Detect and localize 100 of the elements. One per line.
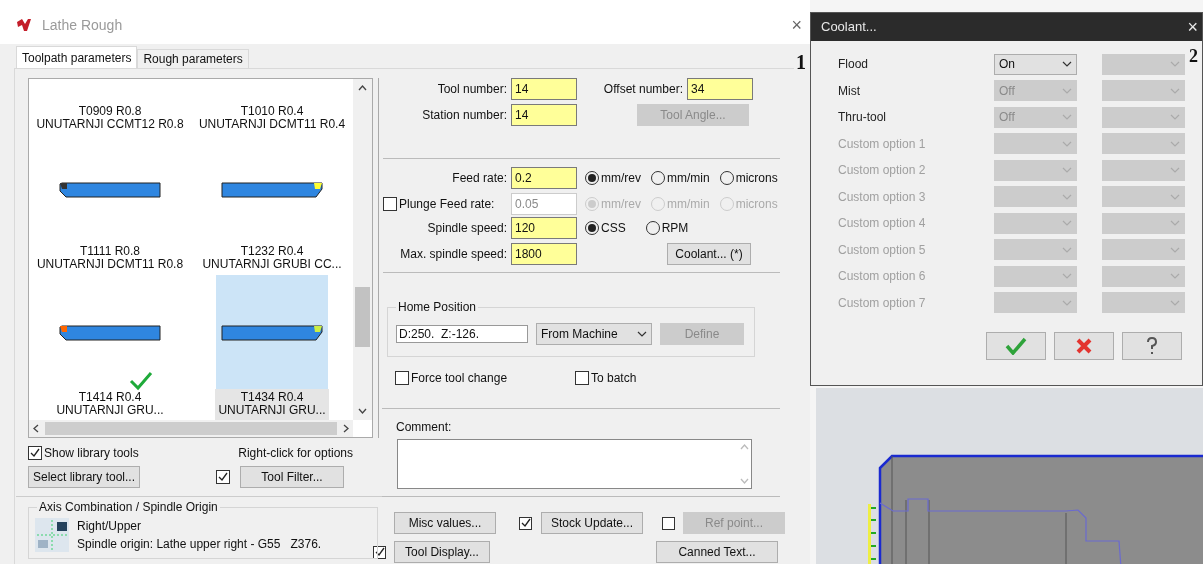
field-label: Feed rate: [451, 170, 508, 187]
input-field[interactable]: 1800 [511, 243, 577, 265]
help-button[interactable] [1122, 332, 1182, 360]
field-label: Offset number: [602, 81, 684, 98]
coolant-dropdown[interactable] [1102, 212, 1185, 234]
checkbox[interactable] [575, 371, 589, 385]
tool-item[interactable]: T1010 R0.4 UNUTARNJI DCMT11 R0.4 [191, 79, 353, 135]
coolant-dropdown[interactable] [1102, 186, 1185, 208]
coolant-option-label: Custom option 2 [838, 162, 927, 180]
chevron-down-icon [1170, 220, 1180, 227]
input-field[interactable]: 14 [511, 78, 577, 100]
chevron-down-icon[interactable] [358, 408, 367, 414]
radio-label: microns [735, 196, 778, 213]
checkbox-label: Force tool change [411, 370, 509, 387]
coolant-option-label: Custom option 7 [838, 294, 927, 312]
select-library-tool-button[interactable]: Select library tool... [28, 466, 140, 488]
chevron-down-icon [1170, 246, 1180, 253]
chevron-left-icon[interactable] [33, 424, 39, 433]
input-field[interactable]: 14 [511, 104, 577, 126]
field-label: Max. spindle speed: [399, 246, 508, 263]
chevron-down-icon [1062, 61, 1072, 68]
input-field[interactable]: 0.05 [511, 193, 577, 215]
coolant-option-label: Flood [838, 56, 870, 74]
chevron-down-icon [1170, 273, 1180, 280]
input-field[interactable]: 120 [511, 217, 577, 239]
tab[interactable]: Rough parameters [137, 49, 249, 68]
coolant-dropdown[interactable] [1102, 53, 1185, 75]
chevron-down-icon [1170, 87, 1180, 94]
tool-label: T1010 R0.4 UNUTARNJI DCMT11 R0.4 [197, 103, 347, 133]
ok-button[interactable] [986, 332, 1046, 360]
radio-label: CSS [601, 220, 626, 237]
input-field[interactable]: 34 [687, 78, 753, 100]
coolant-dropdown[interactable] [1102, 80, 1185, 102]
chevron-down-icon [1170, 167, 1180, 174]
coolant-dropdown[interactable] [1102, 265, 1185, 287]
misc-values-button[interactable]: Misc values... [394, 512, 496, 534]
spindle-origin-text: Spindle origin: Lathe upper right - G55 Z376. [77, 536, 322, 553]
coolant-option-label: Custom option 5 [838, 241, 927, 259]
coolant-button[interactable]: Coolant... (*) [667, 243, 751, 265]
chevron-down-icon [1062, 246, 1072, 253]
coolant-dropdown[interactable] [1102, 239, 1185, 261]
coolant-option-label: Mist [838, 82, 861, 100]
chevron-down-icon [1170, 193, 1180, 200]
input-field[interactable]: D:250. Z:-126. [396, 325, 528, 343]
chevron-down-icon [1062, 167, 1072, 174]
checkbox[interactable] [395, 371, 409, 385]
coolant-dropdown[interactable]: On [994, 53, 1077, 75]
chevron-right-icon[interactable] [343, 424, 349, 433]
checkbox-label: To batch [591, 370, 637, 387]
checkbox[interactable] [383, 197, 397, 211]
tool-label: T1434 R0.4 UNUTARNJI GRU... [215, 389, 329, 420]
vertical-scrollbar[interactable] [353, 79, 372, 420]
tool-display-button[interactable]: Tool Display... [394, 541, 490, 563]
chevron-down-icon [637, 331, 647, 337]
tool-filter-button[interactable]: Tool Filter... [240, 466, 344, 488]
radio-label: mm/min [667, 196, 710, 213]
checkbox[interactable] [28, 446, 42, 460]
close-button[interactable]: × [1187, 18, 1198, 36]
input-field[interactable]: 0.2 [511, 167, 577, 189]
coolant-dropdown[interactable] [1102, 292, 1185, 314]
field-label: Station number: [421, 107, 508, 124]
coolant-option-label: Thru-tool [838, 109, 888, 127]
horizontal-scrollbar[interactable] [29, 420, 353, 437]
question-mark-icon [1144, 336, 1160, 356]
tool-label: T1232 R0.4 UNUTARNJI GRUBI CC... [201, 243, 343, 273]
chevron-down-icon [1062, 87, 1072, 94]
field-label: Plunge Feed rate: [399, 196, 495, 213]
close-button[interactable]: × [791, 16, 802, 34]
radio-label: mm/rev [601, 196, 641, 213]
tool-item[interactable]: T0909 R0.8 UNUTARNJI CCMT12 R0.8 [29, 79, 191, 135]
coolant-option-label: Custom option 6 [838, 268, 927, 286]
chevron-down-icon [1062, 114, 1072, 121]
source-dropdown[interactable]: From Machine [536, 323, 652, 345]
chevron-down-icon [1170, 140, 1180, 147]
field-label: Spindle speed: [426, 220, 508, 237]
chevron-up-icon[interactable] [358, 85, 367, 91]
annotation-number: 2 [1189, 47, 1198, 65]
tab[interactable]: Toolpath parameters [16, 46, 138, 68]
coolant-dropdown[interactable] [1102, 159, 1185, 181]
tool-item[interactable]: T1111 R0.8 UNUTARNJI DCMT11 R0.8 [29, 135, 191, 275]
coolant-dropdown[interactable] [1102, 133, 1185, 155]
radio-label: mm/min [667, 170, 710, 187]
tool-item[interactable]: T1414 R0.4 UNUTARNJI GRU... [29, 275, 191, 420]
cross-icon [1075, 337, 1093, 355]
coolant-dropdown[interactable] [1102, 106, 1185, 128]
tool-label: T0909 R0.8 UNUTARNJI CCMT12 R0.8 [35, 103, 185, 133]
scrollbar-thumb[interactable] [355, 287, 370, 347]
canned-text-button[interactable]: Canned Text... [656, 541, 778, 563]
dialog-title: Coolant... [821, 18, 877, 37]
checkmark-icon [1005, 337, 1027, 355]
coolant-option-label: Custom option 4 [838, 215, 927, 233]
stock-update-button[interactable]: Stock Update... [541, 512, 643, 534]
checkbox[interactable] [519, 516, 532, 530]
cancel-button[interactable] [1054, 332, 1114, 360]
tool-item[interactable]: T1232 R0.4 UNUTARNJI GRUBI CC... [191, 135, 353, 275]
chevron-down-icon [1062, 299, 1072, 306]
chevron-down-icon [1062, 273, 1072, 280]
axis-mode-text: Right/Upper [77, 518, 143, 535]
checkmark-icon [129, 371, 153, 391]
checkbox[interactable] [216, 470, 230, 484]
